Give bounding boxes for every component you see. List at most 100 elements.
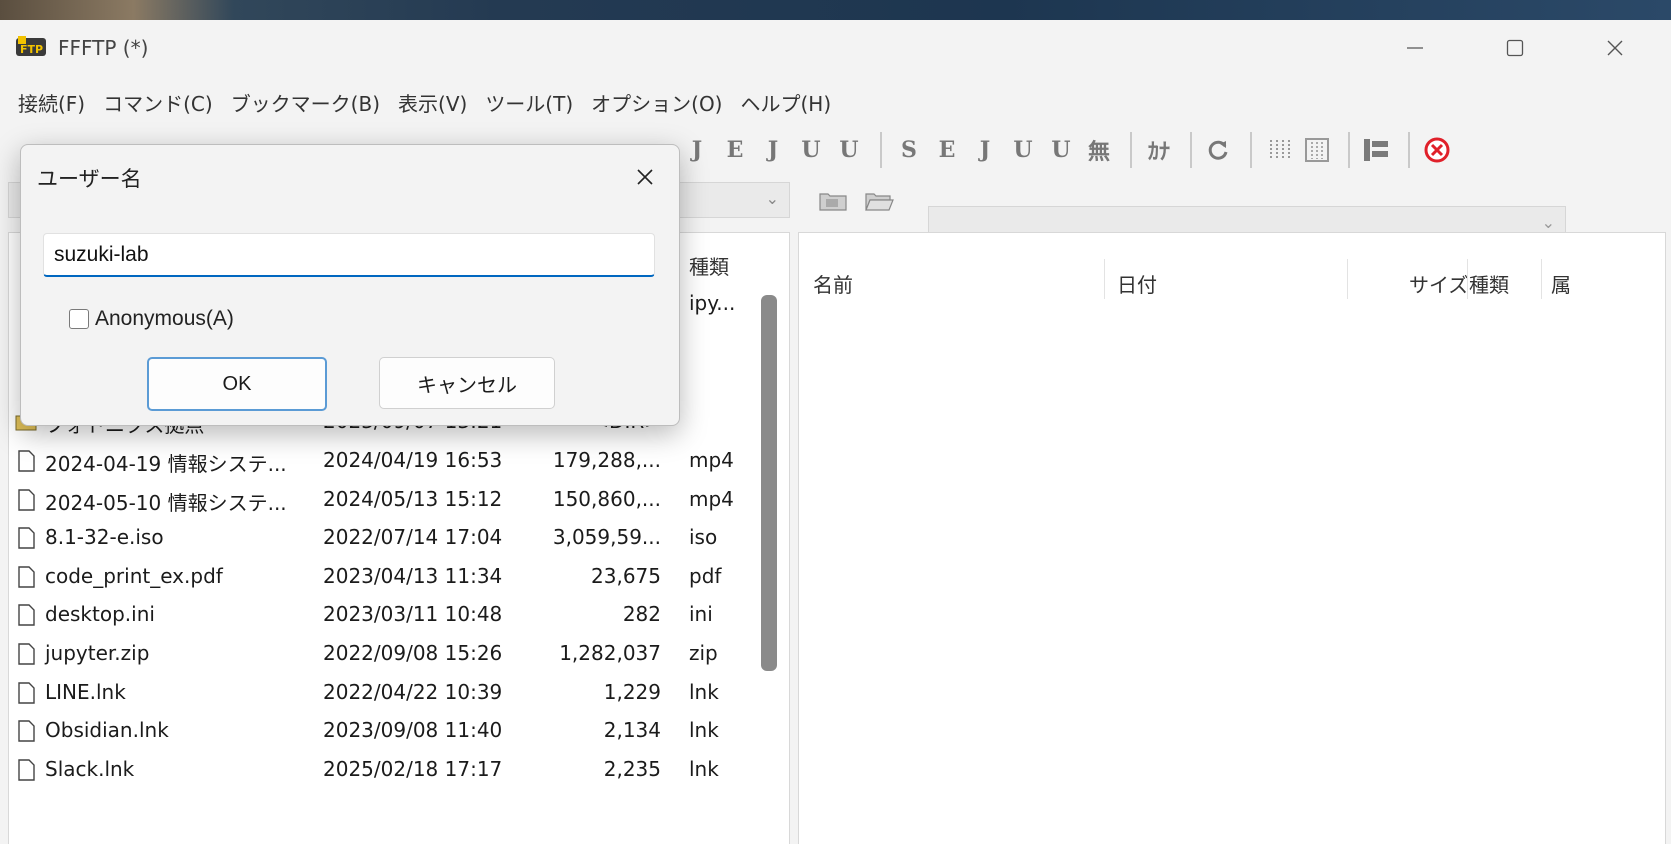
menu-command[interactable]: コマンド(C) <box>103 82 213 118</box>
dialog-close-button[interactable] <box>625 157 665 197</box>
menu-connect[interactable]: 接続(F) <box>18 82 85 118</box>
kanji-host-jis-button[interactable]: J <box>680 130 714 170</box>
file-icon <box>18 489 35 511</box>
close-icon <box>1607 40 1623 56</box>
file-name: 8.1-32-e.iso <box>45 525 164 549</box>
toolbar-separator <box>1190 132 1192 168</box>
file-icon <box>18 759 35 781</box>
window-title: FFFTP (*) <box>58 36 149 60</box>
ffftp-window: FTP FFFTP (*) 接続(F) コマンド(C) ブックマーク(B) 表示… <box>0 20 1671 844</box>
stop-icon <box>1424 137 1450 163</box>
list-item[interactable]: 2024-05-10 情報システ... 2024/05/13 15:12 150… <box>9 481 759 519</box>
file-size: 282 <box>622 602 661 626</box>
kanji-host-utf8bom-button[interactable]: U <box>832 130 866 170</box>
title-bar: FTP FFFTP (*) <box>0 20 1671 78</box>
detail-view-button[interactable] <box>1300 130 1334 170</box>
username-input[interactable] <box>43 233 655 277</box>
file-icon <box>18 720 35 742</box>
kanji-local-euc-button[interactable]: E <box>930 130 964 170</box>
column-header-type[interactable]: 種類 <box>1469 269 1509 298</box>
list-view-icon <box>1270 140 1290 160</box>
detail-view-icon <box>1305 138 1329 162</box>
column-header-attr[interactable]: 属 <box>1551 269 1571 298</box>
list-item[interactable]: 8.1-32-e.iso 2022/07/14 17:04 3,059,59..… <box>9 519 759 557</box>
kanji-no-convert-button[interactable]: 無 <box>1082 130 1116 170</box>
list-view-button[interactable] <box>1262 130 1296 170</box>
menu-bookmark[interactable]: ブックマーク(B) <box>231 82 380 118</box>
list-item[interactable]: jupyter.zip 2022/09/08 15:26 1,282,037 z… <box>9 635 759 673</box>
file-date: 2024/05/13 15:12 <box>323 487 503 511</box>
file-name: Obsidian.lnk <box>45 718 169 742</box>
menu-bar: 接続(F) コマンド(C) ブックマーク(B) 表示(V) ツール(T) オプシ… <box>0 82 831 118</box>
list-item[interactable]: Slack.lnk 2025/02/18 17:17 2,235 lnk <box>9 751 759 789</box>
chevron-down-icon: ⌄ <box>1541 213 1555 232</box>
kanji-local-jis-button[interactable]: J <box>968 130 1002 170</box>
toolbar-separator <box>1250 132 1252 168</box>
list-item[interactable]: code_print_ex.pdf 2023/04/13 11:34 23,67… <box>9 558 759 596</box>
file-size: 179,288,... <box>552 448 661 472</box>
file-type: mp4 <box>689 448 734 472</box>
kanji-host-utf8-button[interactable]: U <box>794 130 828 170</box>
column-divider[interactable] <box>1467 259 1468 299</box>
list-item[interactable]: desktop.ini 2023/03/11 10:48 282 ini <box>9 596 759 634</box>
list-item[interactable]: Obsidian.lnk 2023/09/08 11:40 2,134 lnk <box>9 712 759 750</box>
chevron-down-icon: ⌄ <box>765 189 779 208</box>
refresh-button[interactable] <box>1202 130 1236 170</box>
kana-convert-button[interactable]: ｶﾅ <box>1142 130 1176 170</box>
cancel-button[interactable]: キャンセル <box>379 357 555 409</box>
checkbox-box[interactable] <box>69 309 89 329</box>
column-header-size[interactable]: サイズ <box>1409 269 1468 298</box>
remote-file-list[interactable]: 名前 日付 サイズ 種類 属 <box>798 232 1666 844</box>
close-icon <box>637 169 653 185</box>
anonymous-checkbox[interactable]: Anonymous(A) <box>69 307 234 331</box>
column-header-name[interactable]: 名前 <box>813 269 853 298</box>
kanji-local-sjis-button[interactable]: S <box>892 130 926 170</box>
file-date: 2022/04/22 10:39 <box>323 680 503 704</box>
file-type: lnk <box>689 718 719 742</box>
kanji-host-jis2-button[interactable]: J <box>756 130 790 170</box>
file-date: 2023/09/08 11:40 <box>323 718 503 742</box>
desktop-background-strip <box>0 0 1671 20</box>
file-name: LINE.lnk <box>45 680 126 704</box>
sync-folder-icon <box>1364 139 1388 161</box>
file-size: 2,134 <box>603 718 661 742</box>
list-item[interactable]: 2024-04-19 情報システ... 2024/04/19 16:53 179… <box>9 442 759 480</box>
close-window-button[interactable] <box>1585 28 1645 68</box>
anonymous-label: Anonymous(A) <box>95 307 234 330</box>
file-icon <box>18 566 35 588</box>
kanji-local-utf8-button[interactable]: U <box>1006 130 1040 170</box>
local-list-scrollbar[interactable] <box>761 295 777 671</box>
column-divider[interactable] <box>1347 259 1348 299</box>
file-name: Slack.lnk <box>45 757 135 781</box>
column-header-date[interactable]: 日付 <box>1117 269 1157 298</box>
file-date: 2023/03/11 10:48 <box>323 602 503 626</box>
file-type: pdf <box>689 564 722 588</box>
ok-button[interactable]: OK <box>147 357 327 411</box>
column-header-type[interactable]: 種類 <box>689 251 729 280</box>
list-item[interactable]: LINE.lnk 2022/04/22 10:39 1,229 lnk <box>9 674 759 712</box>
toolbar-separator <box>1348 132 1350 168</box>
menu-tools[interactable]: ツール(T) <box>485 82 573 118</box>
refresh-icon <box>1208 140 1228 160</box>
column-divider[interactable] <box>1104 259 1105 299</box>
maximize-button[interactable] <box>1485 28 1545 68</box>
file-type: iso <box>689 525 718 549</box>
menu-help[interactable]: ヘルプ(H) <box>741 82 832 118</box>
folder-up-icon[interactable] <box>818 188 848 212</box>
sync-folder-button[interactable] <box>1360 130 1394 170</box>
kanji-host-euc-button[interactable]: E <box>718 130 752 170</box>
minimize-button[interactable] <box>1385 28 1445 68</box>
stop-button[interactable] <box>1420 130 1454 170</box>
menu-options[interactable]: オプション(O) <box>591 82 722 118</box>
file-name: 2024-05-10 情報システ... <box>45 491 287 515</box>
file-icon <box>18 527 35 549</box>
open-folder-icon[interactable] <box>864 188 894 212</box>
file-name: 2024-04-19 情報システ... <box>45 452 287 476</box>
column-divider[interactable] <box>1541 259 1542 299</box>
maximize-icon <box>1506 39 1524 57</box>
kanji-local-utf8bom-button[interactable]: U <box>1044 130 1078 170</box>
menu-view[interactable]: 表示(V) <box>398 82 467 118</box>
file-date: 2024/04/19 16:53 <box>323 448 503 472</box>
file-date: 2023/04/13 11:34 <box>323 564 503 588</box>
file-name: code_print_ex.pdf <box>45 564 223 588</box>
